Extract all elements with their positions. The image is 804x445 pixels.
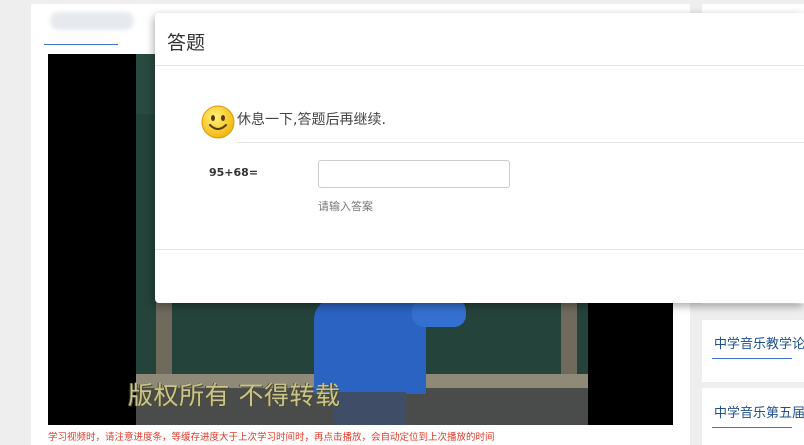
teacher-legs [334, 392, 406, 425]
smiley-face-icon [201, 105, 235, 139]
sidebar-item-1[interactable]: 中学音乐教学论 [714, 333, 804, 352]
sidebar-item-2-underline [712, 427, 792, 428]
quiz-modal: 答题 休息一下,答题后再继续. 95+68= 请输入答案 [155, 13, 804, 303]
progress-notice: 学习视频时，请注意进度条，等缓存进度大于上次学习时间时，再点击播放，会自动定位到… [48, 432, 495, 443]
video-watermark: 版权所有 不得转载 [128, 381, 341, 410]
course-title-blurred [50, 12, 134, 30]
sidebar-card-1: 中学音乐教学论 [702, 320, 804, 382]
sidebar-card-2: 中学音乐第五届 [702, 388, 804, 445]
break-message: 休息一下,答题后再继续. [237, 112, 386, 128]
answer-hint: 请输入答案 [318, 200, 373, 213]
message-divider [237, 142, 804, 143]
question-label: 95+68= [209, 166, 259, 179]
teacher-arm [412, 299, 466, 327]
modal-title: 答题 [167, 32, 206, 54]
sidebar-item-1-underline [712, 358, 792, 359]
modal-footer-divider [155, 249, 804, 250]
sidebar-item-2[interactable]: 中学音乐第五届 [714, 402, 804, 421]
answer-input[interactable] [318, 160, 510, 188]
title-underline [44, 44, 118, 45]
modal-header-divider [155, 65, 804, 66]
